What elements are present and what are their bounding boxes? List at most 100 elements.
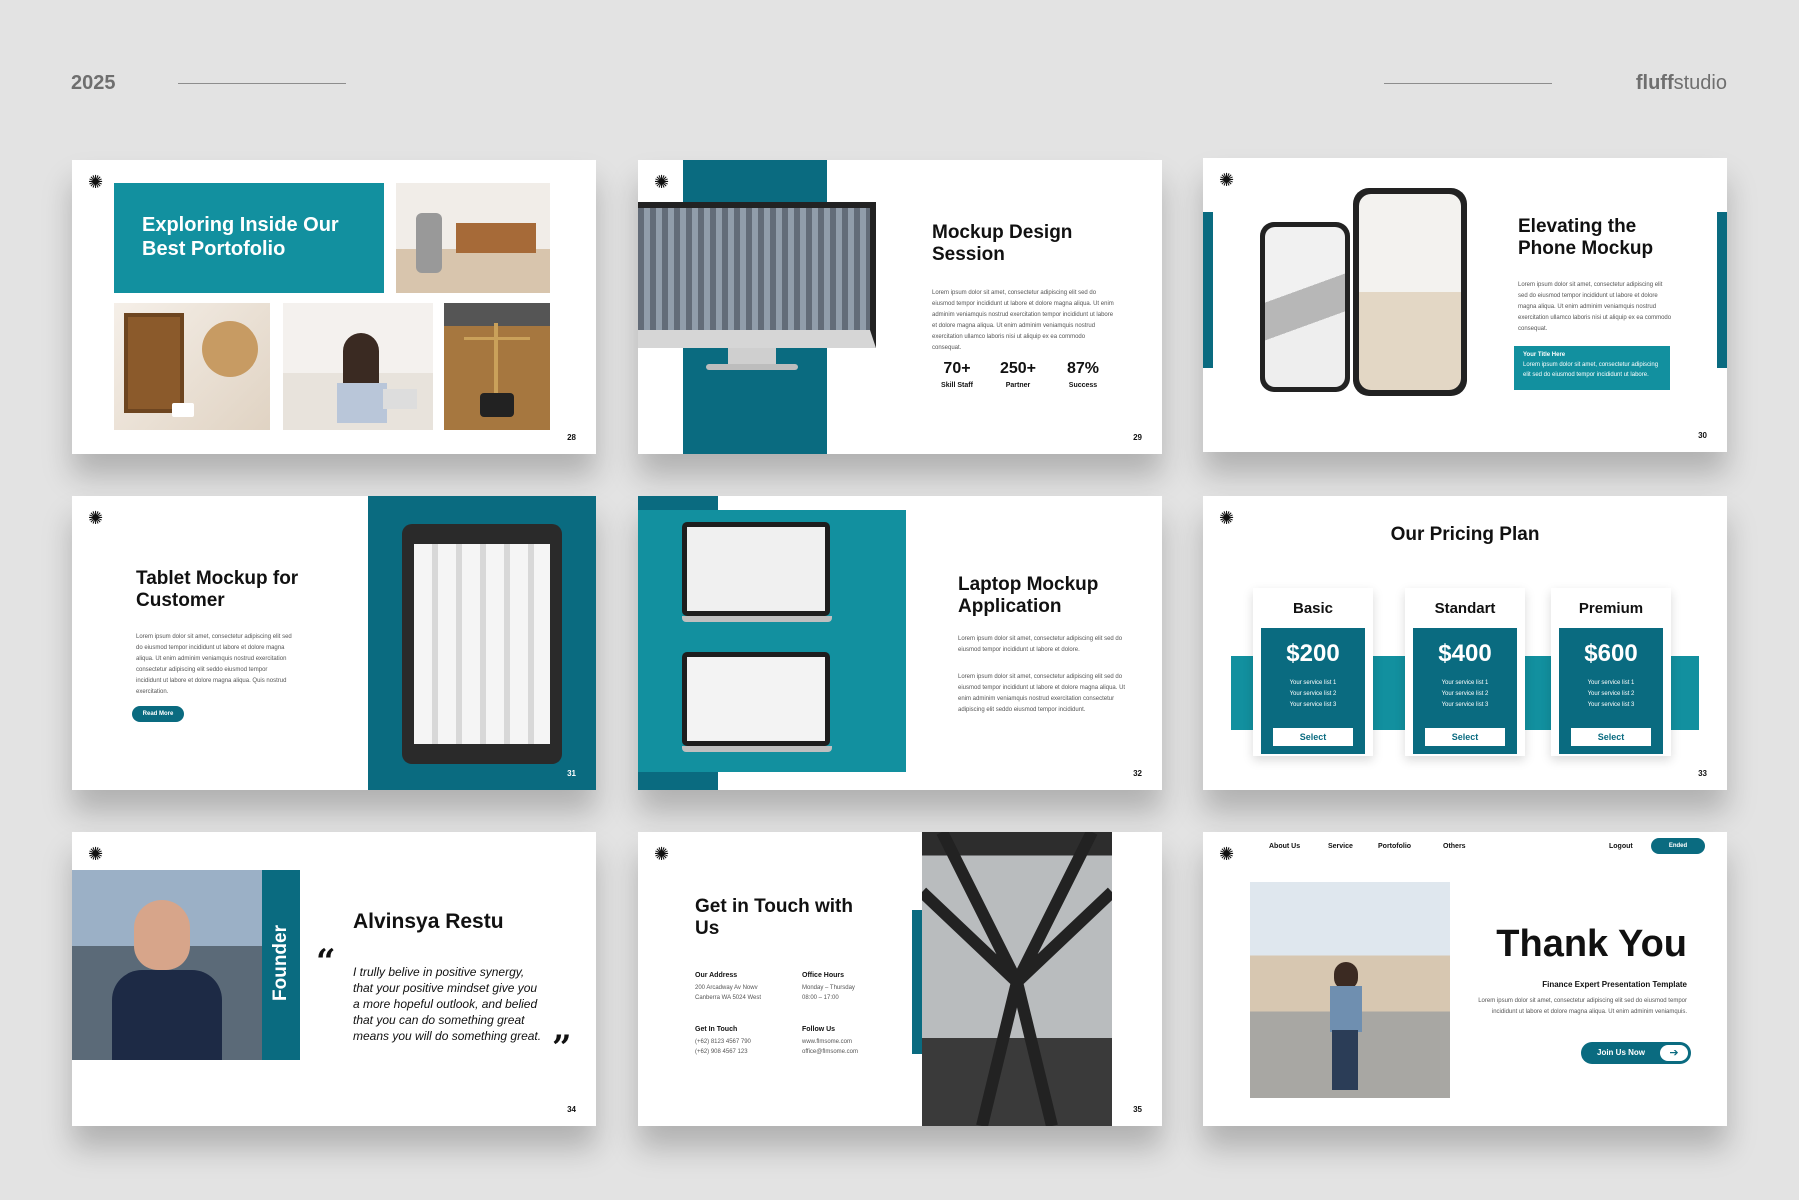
stat-success: 87% Success	[1058, 360, 1108, 389]
page-number: 33	[1698, 769, 1707, 778]
nav-portofolio[interactable]: Portofolio	[1378, 843, 1411, 850]
office-chair-photo	[396, 183, 550, 293]
plan-name: Standart	[1434, 600, 1496, 617]
slide-30[interactable]: ✺ Elevating the Phone Mockup Lorem ipsum…	[1203, 158, 1727, 452]
asterisk-icon: ✺	[88, 844, 104, 864]
plan-box: $200 Your service list 1 Your service lis…	[1261, 628, 1365, 754]
plan-standart[interactable]: Standart $400 Your service list 1 Your se…	[1405, 588, 1525, 756]
page-number: 35	[1133, 1105, 1142, 1114]
slide-33[interactable]: ✺ Our Pricing Plan Basic $200 Your servi…	[1203, 496, 1727, 790]
slide-31[interactable]: ✺ Tablet Mockup for Customer Lorem ipsum…	[72, 496, 596, 790]
slide-thank-you[interactable]: ✺ About Us Service Portofolio Others Log…	[1203, 832, 1727, 1126]
woman-street-photo	[1250, 882, 1450, 1098]
header-divider-right	[1384, 83, 1552, 84]
stat-value: 70+	[943, 360, 971, 377]
slide-title: Get in Touch with Us	[695, 896, 853, 940]
slide-body-2: Lorem ipsum dolor sit amet, consectetur …	[958, 674, 1126, 713]
woman-desk-photo	[283, 303, 433, 430]
asterisk-icon: ✺	[88, 508, 104, 528]
hours-heading: Office Hours	[802, 972, 845, 979]
plan-box: $400 Your service list 1 Your service lis…	[1413, 628, 1517, 754]
plan-price: $600	[1584, 640, 1638, 667]
nav-service[interactable]: Service	[1328, 843, 1353, 850]
ended-button[interactable]: Ended	[1651, 838, 1705, 854]
stat-label: Skill Staff	[941, 382, 973, 389]
slide-title: Elevating the Phone Mockup	[1518, 216, 1654, 260]
slide-title: Mockup Design Session	[932, 222, 1073, 266]
open-quote-icon: “	[316, 942, 336, 982]
join-us-label: Join Us Now	[1597, 1048, 1646, 1057]
select-button[interactable]: Select	[1571, 728, 1651, 746]
role-label: Founder	[270, 925, 291, 1001]
globe-photo	[114, 303, 270, 430]
asterisk-icon: ✺	[1219, 170, 1235, 190]
plan-features: Your service list 1 Your service list 2 Yo…	[1289, 680, 1337, 708]
hours-block: Office Hours Monday – Thursday 08:00 – 17…	[802, 972, 902, 1003]
address-heading: Our Address	[695, 972, 738, 979]
slide-body: Lorem ipsum dolor sit amet, consectetur …	[1478, 998, 1687, 1015]
slide-body-1: Lorem ipsum dolor sit amet, consectetur …	[958, 636, 1123, 653]
logout-link[interactable]: Logout	[1609, 843, 1633, 850]
phone-mockup-left	[1260, 222, 1350, 392]
highlight-body: Lorem ipsum dolor sit amet, consectetur …	[1523, 362, 1659, 378]
page-number: 29	[1133, 433, 1142, 442]
building-photo	[638, 208, 870, 330]
slide-34[interactable]: ✺ Founder Alvinsya Restu “ I trully beli…	[72, 832, 596, 1126]
select-button[interactable]: Select	[1273, 728, 1353, 746]
highlight-box: Your Title Here Lorem ipsum dolor sit am…	[1514, 346, 1670, 390]
select-button[interactable]: Select	[1425, 728, 1505, 746]
phone-numbers: (+62) 8123 4567 790 (+62) 908 4567 123	[695, 1039, 751, 1055]
address-block: Our Address 200 Arcadway Av Nowv Canberra…	[695, 972, 795, 1003]
page-number: 32	[1133, 769, 1142, 778]
thank-you-title: Thank You	[1496, 923, 1687, 965]
slide-28[interactable]: ✺ Exploring Inside Our Best Portofolio 2…	[72, 160, 596, 454]
page-number: 34	[567, 1105, 576, 1114]
founder-photo	[72, 870, 262, 1060]
brand-bold: fluff	[1635, 72, 1674, 94]
touch-heading: Get In Touch	[695, 1026, 738, 1033]
slide-title: Exploring Inside Our Best Portofolio	[114, 183, 384, 293]
plan-box: $600 Your service list 1 Your service lis…	[1559, 628, 1663, 754]
follow-block: Follow Us www.flmsome.com office@flmsome.…	[802, 1026, 902, 1057]
hours-text: Monday – Thursday 08:00 – 17:00	[802, 985, 855, 1001]
architecture-photo	[922, 832, 1112, 1126]
plan-premium[interactable]: Premium $600 Your service list 1 Your ser…	[1551, 588, 1671, 756]
page-number: 28	[567, 433, 576, 442]
justice-scale-photo	[444, 303, 550, 430]
nav-about-us[interactable]: About Us	[1269, 843, 1300, 850]
plan-basic[interactable]: Basic $200 Your service list 1 Your servi…	[1253, 588, 1373, 756]
slide-35[interactable]: ✺ Get in Touch with Us Our Address 200 A…	[638, 832, 1162, 1126]
touch-block: Get In Touch (+62) 8123 4567 790 (+62) 90…	[695, 1026, 795, 1057]
page-number: 30	[1698, 431, 1707, 440]
slide-title: Tablet Mockup for Customer	[136, 568, 299, 612]
plan-features: Your service list 1 Your service list 2 Yo…	[1587, 680, 1635, 708]
phone-mockup-right	[1353, 188, 1467, 396]
plan-name: Premium	[1578, 600, 1644, 617]
slide-body: Lorem ipsum dolor sit amet, consectetur …	[1518, 282, 1672, 332]
read-more-button[interactable]: Read More	[132, 706, 184, 722]
asterisk-icon: ✺	[1219, 844, 1235, 864]
address-text: 200 Arcadway Av Nowv Canberra WA 5024 Wes…	[695, 985, 762, 1001]
template-subtitle: Finance Expert Presentation Template	[1542, 980, 1687, 989]
slide-body: Lorem ipsum dolor sit amet, consectetur …	[136, 634, 292, 695]
close-quote-icon: ”	[552, 1028, 572, 1068]
brand-logo: fluffstudio	[1636, 72, 1727, 95]
page-number: 31	[567, 769, 576, 778]
nav-others[interactable]: Others	[1443, 843, 1466, 850]
stat-value: 250+	[999, 360, 1037, 377]
slide-32[interactable]: Laptop Mockup Application Lorem ipsum do…	[638, 496, 1162, 790]
slide-29[interactable]: ✺ Mockup Design Session Lorem ipsum dolo…	[638, 160, 1162, 454]
stat-value: 87%	[1066, 360, 1100, 377]
asterisk-icon: ✺	[654, 844, 670, 864]
left-edge-bar	[1203, 212, 1213, 368]
plan-name: Basic	[1292, 600, 1334, 617]
social-links: www.flmsome.com office@flmsome.com	[802, 1039, 858, 1055]
stat-partner: 250+ Partner	[990, 360, 1046, 389]
laptop-mockup-bottom	[682, 652, 832, 754]
join-us-now-button[interactable]: Join Us Now ➔	[1581, 1042, 1691, 1064]
brand-rest: studio	[1673, 72, 1727, 94]
follow-heading: Follow Us	[802, 1026, 836, 1033]
asterisk-icon: ✺	[88, 172, 104, 192]
founder-name: Alvinsya Restu	[353, 910, 504, 933]
year-label: 2025	[71, 72, 116, 94]
